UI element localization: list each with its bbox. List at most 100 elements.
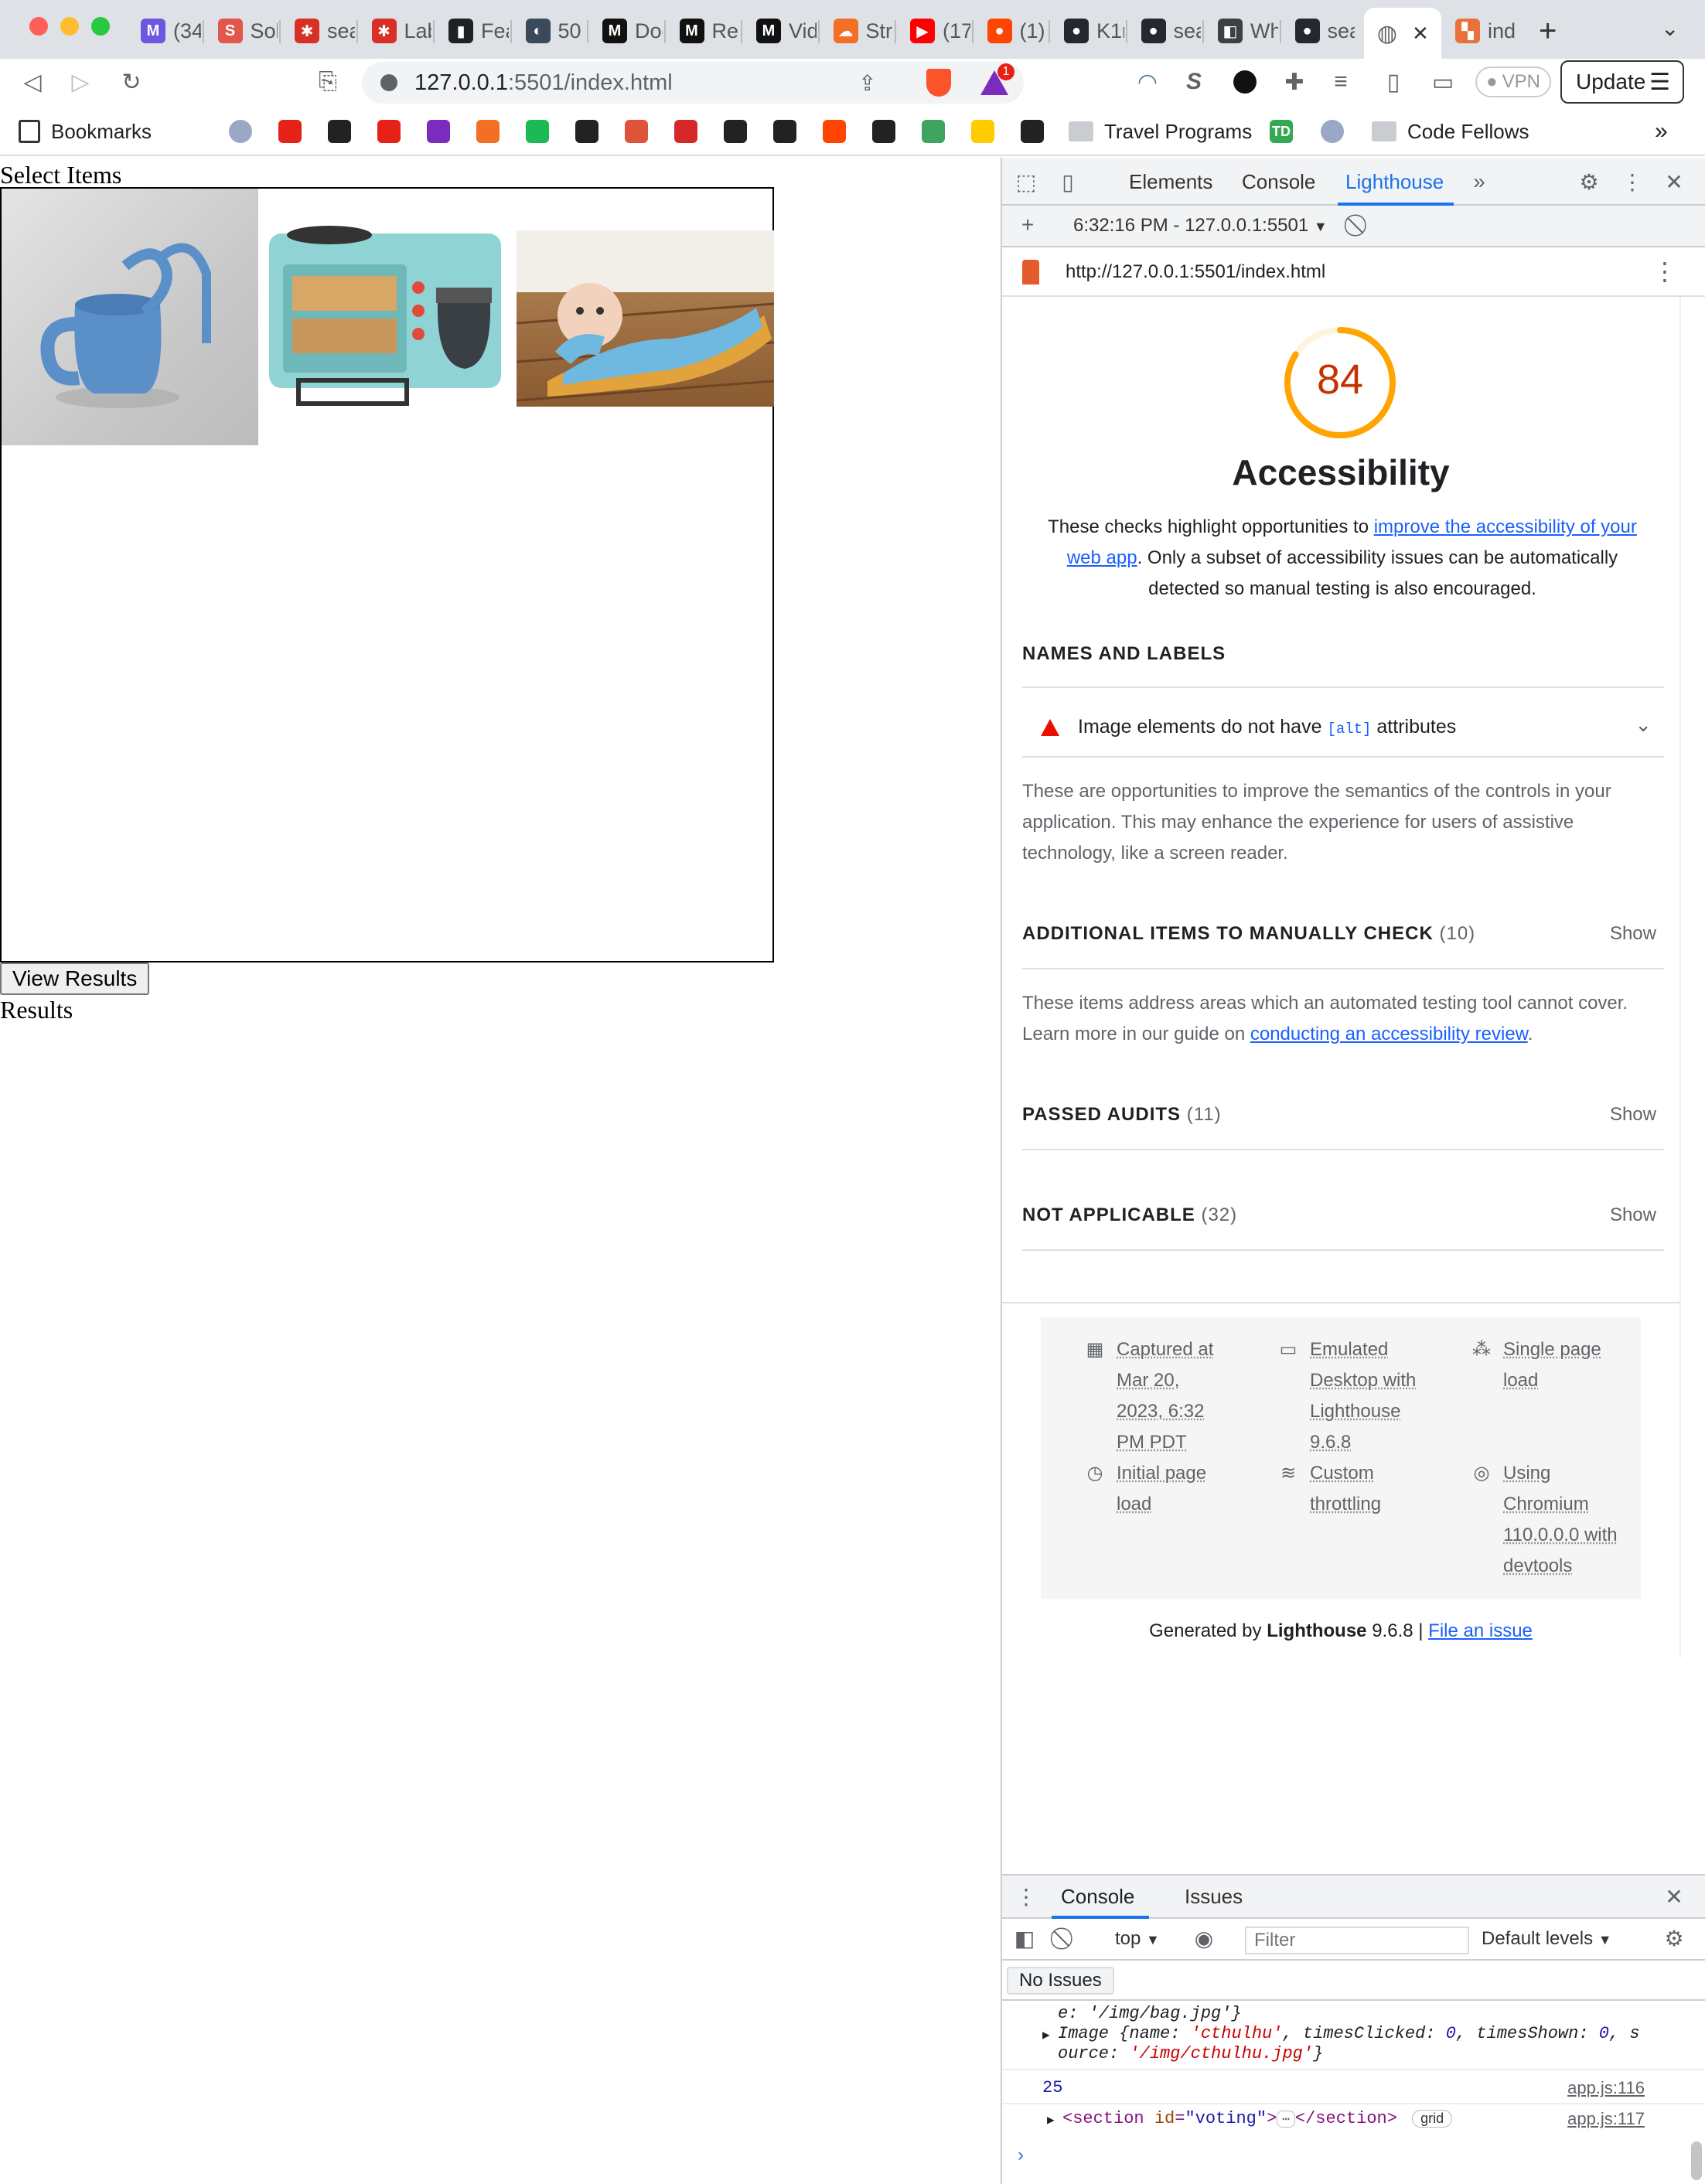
source-link-app117[interactable]: app.js:117 [1567, 2109, 1645, 2129]
forward-icon[interactable]: ▷ [65, 66, 96, 97]
bookmark-13[interactable] [872, 116, 895, 147]
bookmark-2[interactable] [328, 116, 351, 147]
tab-9[interactable]: ☁ Str [823, 9, 894, 53]
console-prompt-icon[interactable]: › [1018, 2145, 1024, 2166]
vpn-button[interactable]: ● VPN [1475, 66, 1551, 97]
console-settings-icon[interactable]: ⚙ [1661, 1925, 1687, 1951]
console-line-2[interactable]: ▶ Image {name: 'cthulhu', timesClicked: … [1002, 2024, 1705, 2043]
address-bar[interactable]: 127.0.0.1:5501/index.html ⇪ 1 [362, 62, 1024, 104]
passed-audits-heading[interactable]: PASSED AUDITS (11) [1022, 1104, 1222, 1126]
drawer-tab-console[interactable]: Console [1061, 1885, 1134, 1909]
close-devtools-icon[interactable]: ✕ [1661, 169, 1687, 195]
ellipsis-icon[interactable]: ⋯ [1277, 2111, 1295, 2128]
report-menu-icon[interactable]: ⋮ [1652, 257, 1677, 286]
extension-s-icon[interactable]: S [1178, 66, 1209, 97]
wallet-icon[interactable]: ▭ [1427, 66, 1458, 97]
bookmark-td[interactable]: TD [1270, 116, 1293, 147]
bookmark-14[interactable] [922, 116, 945, 147]
tab-close-icon[interactable]: ✕ [1412, 22, 1429, 46]
bookmark-11[interactable] [773, 116, 796, 147]
bookmark-1[interactable] [278, 116, 302, 147]
bookmark-7[interactable] [575, 116, 598, 147]
bookmark-15[interactable] [971, 116, 994, 147]
bookmarks-overflow-icon[interactable]: » [1655, 116, 1668, 147]
context-selector[interactable]: top ▼ [1115, 1928, 1160, 1950]
report-url[interactable]: http://127.0.0.1:5501/index.html [1066, 261, 1325, 283]
bookmark-5[interactable] [476, 116, 500, 147]
tab-12[interactable]: ●K1r [1053, 9, 1124, 53]
share-icon[interactable]: ⇪ [858, 70, 876, 96]
drawer-menu-icon[interactable]: ⋮ [1013, 1883, 1039, 1910]
report-scrollbar[interactable] [1679, 297, 1705, 1658]
console-scrollbar[interactable] [1691, 2141, 1702, 2180]
extensions-puzzle-icon[interactable]: ✚ [1279, 66, 1310, 97]
extension-b-icon[interactable] [1229, 66, 1260, 97]
tab-11[interactable]: ● (1) [977, 9, 1048, 53]
bookmark-page-icon[interactable]: ⎘ [312, 66, 343, 97]
new-tab-button[interactable]: + [1539, 14, 1557, 49]
clear-console-icon[interactable]: ⃠ [1053, 1925, 1079, 1951]
minimize-window-button[interactable] [60, 17, 79, 36]
grid-badge[interactable]: grid [1412, 2110, 1452, 2128]
more-options-icon[interactable]: ⋮ [1619, 169, 1645, 195]
bookmarks-menu[interactable]: Bookmarks [19, 116, 152, 147]
sidebar-icon[interactable]: ▯ [1378, 66, 1409, 97]
tab-14[interactable]: ◧ Wh [1207, 9, 1278, 53]
active-tab[interactable]: ◍ ✕ [1364, 8, 1441, 59]
tab-last[interactable]: ▚ ind [1444, 9, 1519, 53]
more-tabs-icon[interactable]: » [1466, 169, 1492, 195]
log-levels-selector[interactable]: Default levels ▼ [1482, 1928, 1612, 1950]
product-image-baby-mop[interactable] [517, 230, 774, 407]
live-expression-eye-icon[interactable]: ◉ [1191, 1925, 1217, 1951]
new-report-icon[interactable]: + [1014, 212, 1041, 238]
expand-chevron-icon[interactable]: ⌄ [1635, 713, 1652, 737]
bookmark-folder-codefellows[interactable]: Code Fellows [1372, 116, 1529, 147]
bookmark-10[interactable] [724, 116, 747, 147]
product-image-breakfast[interactable] [260, 218, 517, 419]
tab-1[interactable]: S Sol [207, 9, 278, 53]
media-playlist-icon[interactable]: ≡ [1325, 66, 1356, 97]
close-drawer-icon[interactable]: ✕ [1661, 1883, 1687, 1910]
tab-4[interactable]: ▮ Fea [438, 9, 509, 53]
not-applicable-heading[interactable]: NOT APPLICABLE (32) [1022, 1204, 1237, 1226]
tab-elements[interactable]: Elements [1129, 170, 1212, 194]
drawer-tab-issues[interactable]: Issues [1185, 1885, 1243, 1909]
report-selector[interactable]: 6:32:16 PM - 127.0.0.1:5501 ▼ [1073, 215, 1328, 237]
console-sidebar-icon[interactable]: ◧ [1011, 1925, 1038, 1951]
extension-arc-icon[interactable]: ◠ [1132, 66, 1163, 97]
tab-lighthouse[interactable]: Lighthouse [1345, 170, 1444, 194]
tab-10[interactable]: ▶ (17 [899, 9, 970, 53]
tab-8[interactable]: M Vid [745, 9, 817, 53]
bookmark-9[interactable] [674, 116, 697, 147]
bookmark-4[interactable] [427, 116, 450, 147]
bookmark-6[interactable] [526, 116, 549, 147]
inspect-element-icon[interactable]: ⬚ [1013, 169, 1039, 195]
console-filter-input[interactable] [1245, 1927, 1469, 1954]
file-issue-link[interactable]: File an issue [1428, 1620, 1533, 1641]
tab-7[interactable]: M Res [669, 9, 740, 53]
bookmark-0[interactable] [229, 116, 252, 147]
back-icon[interactable]: ◁ [17, 66, 48, 97]
brave-shields-icon[interactable] [926, 69, 951, 97]
tab-15[interactable]: ●sea [1284, 9, 1355, 53]
na-show-button[interactable]: Show [1610, 1204, 1656, 1226]
bookmark-8[interactable] [625, 116, 648, 147]
passed-show-button[interactable]: Show [1610, 1104, 1656, 1126]
expand-triangle-icon[interactable]: ▶ [1042, 2027, 1050, 2043]
bookmark-globe[interactable] [1321, 116, 1344, 147]
manual-check-heading[interactable]: ADDITIONAL ITEMS TO MANUALLY CHECK (10) [1022, 923, 1475, 945]
manual-show-button[interactable]: Show [1610, 923, 1656, 945]
settings-gear-icon[interactable]: ⚙ [1576, 169, 1602, 195]
update-button[interactable]: Update ☰ [1560, 60, 1684, 104]
source-link-app116[interactable]: app.js:116 [1567, 2078, 1645, 2098]
bookmark-folder-travel[interactable]: Travel Programs [1069, 116, 1252, 147]
device-toolbar-icon[interactable]: ▯ [1055, 169, 1081, 195]
reload-icon[interactable]: ↻ [116, 66, 147, 97]
zoom-window-button[interactable] [91, 17, 110, 36]
bookmark-3[interactable] [377, 116, 401, 147]
tab-5[interactable]: ◐ 50 [515, 9, 586, 53]
audit-image-alt[interactable]: Image elements do not have [alt] attribu… [1022, 702, 1664, 753]
tab-0[interactable]: M (34 [130, 9, 201, 53]
tab-3[interactable]: ✱ Lab [361, 9, 432, 53]
view-results-button[interactable]: View Results [0, 963, 149, 995]
